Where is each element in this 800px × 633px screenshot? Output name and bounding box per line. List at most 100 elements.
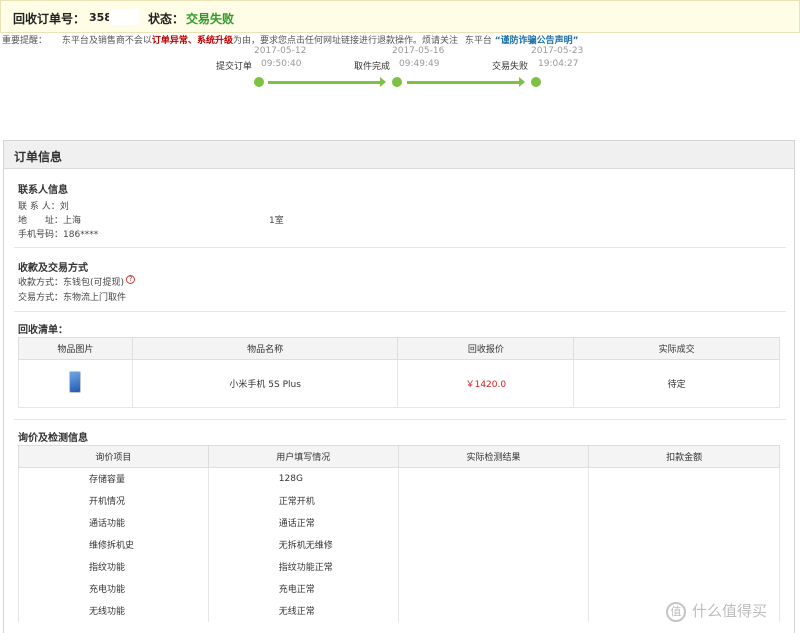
trade-method: 交易方式：东物流上门取件: [18, 290, 126, 303]
inspection-deduction: [588, 511, 780, 534]
item-deal: 待定: [573, 359, 780, 408]
trade-method-value: 东物流上门取件: [63, 293, 127, 303]
step-2-connector: [407, 81, 519, 84]
order-status: 交易失败: [186, 12, 235, 26]
recycle-table-header: 物品图片 物品名称 回收报价 实际成交: [18, 337, 780, 360]
item-name[interactable]: 小米手机 5S Plus: [131, 359, 399, 408]
col-actual-result: 实际检测结果: [397, 445, 590, 468]
inspection-user-value: 128G: [207, 467, 399, 490]
step-1-dot: [254, 77, 264, 87]
step-1-name: 提交订单: [216, 62, 253, 72]
step-2-date: 2017-05-16: [392, 46, 445, 56]
step-1-arrow-icon: [380, 77, 386, 87]
contact-address: 地 址：上海 1室: [18, 213, 284, 226]
table-row: 存储容量 128G: [18, 467, 780, 490]
inspection-user-value: 指纹功能正常: [207, 555, 399, 578]
contact-phone-label: 手机号码：: [18, 230, 64, 240]
inspection-result: [397, 533, 590, 556]
inspection-result: [397, 577, 590, 600]
col-item-image: 物品图片: [18, 337, 133, 360]
contact-name-value: 刘: [59, 202, 69, 212]
recycle-list-title: 回收清单：: [18, 325, 68, 336]
inspection-table: 询价项目 用户填写情况 实际检测结果 扣款金额 存储容量 128G 开机情况 正常开…: [18, 445, 780, 622]
step-1-date: 2017-05-12: [254, 46, 307, 56]
divider: [14, 311, 786, 312]
inspection-deduction: [588, 577, 780, 600]
step-3-name: 交易失败: [492, 62, 529, 72]
item-image-cell: [18, 359, 133, 408]
inspection-item: 无线功能: [18, 599, 209, 622]
contact-phone: 手机号码：186****: [18, 227, 98, 240]
inspection-result: [397, 489, 590, 512]
order-number-mask: [109, 9, 139, 25]
payment-method-label: 收款方式：: [18, 278, 64, 288]
inspection-user-value: 充电正常: [207, 577, 399, 600]
inspection-user-value: 正常开机: [207, 489, 399, 512]
contact-address-room: 1室: [269, 216, 284, 226]
contact-name-label: 联 系 人：: [18, 202, 60, 212]
inspection-deduction: [588, 533, 780, 556]
inspection-table-header: 询价项目 用户填写情况 实际检测结果 扣款金额: [18, 445, 780, 468]
step-3-dot: [531, 77, 541, 87]
contact-name: 联 系 人：刘: [18, 199, 69, 212]
watermark-text: 什么值得买: [692, 602, 768, 620]
table-row: 充电功能 充电正常: [18, 577, 780, 600]
inspection-deduction: [588, 489, 780, 512]
order-progress: 2017-05-12 提交订单 09:50:40 2017-05-16 取件完成…: [0, 44, 800, 88]
step-2-dot: [392, 77, 402, 87]
contact-address-value: 上海: [63, 216, 82, 226]
col-user-input: 用户填写情况: [207, 445, 399, 468]
inspection-result: [397, 511, 590, 534]
smzdm-logo-icon: 值: [666, 601, 686, 622]
step-1-connector: [268, 81, 380, 84]
payment-method-value: 东钱包(可提现): [63, 278, 125, 288]
recycle-table: 物品图片 物品名称 回收报价 实际成交 小米手机 5S Plus ￥1420.0…: [18, 337, 780, 408]
phone-thumbnail[interactable]: [69, 371, 82, 393]
inspection-user-value: 通话正常: [207, 511, 399, 534]
inspection-result: [397, 555, 590, 578]
item-quote: ￥1420.0: [397, 359, 575, 408]
help-icon[interactable]: ?: [126, 275, 136, 284]
contact-address-label: 地 址：: [18, 216, 64, 226]
col-item-name: 物品名称: [131, 337, 399, 360]
table-row: 指纹功能 指纹功能正常: [18, 555, 780, 578]
inspection-user-value: 无线正常: [207, 599, 399, 622]
divider: [14, 247, 786, 248]
watermark: 值什么值得买: [666, 600, 767, 622]
inspection-item: 充电功能: [18, 577, 209, 600]
table-row: 开机情况 正常开机: [18, 489, 780, 512]
step-2-time: 09:49:49: [399, 59, 440, 69]
step-3-date: 2017-05-23: [531, 46, 584, 56]
inspection-item: 维修拆机史: [18, 533, 209, 556]
inspection-item: 存储容量: [18, 467, 209, 490]
step-2-arrow-icon: [519, 77, 525, 87]
order-info-panel: 订单信息 联系人信息 联 系 人：刘 地 址：上海 1室 手机号码：186****…: [3, 140, 795, 633]
step-3-time: 19:04:27: [538, 59, 579, 69]
inspection-item: 指纹功能: [18, 555, 209, 578]
step-2-name: 取件完成: [354, 62, 391, 72]
divider: [14, 419, 786, 420]
status-label: 状态：: [148, 12, 185, 26]
inspection-title: 询价及检测信息: [18, 433, 88, 444]
contact-phone-value: 186****: [63, 230, 99, 240]
payment-section-title: 收款及交易方式: [18, 263, 88, 274]
table-row: 通话功能 通话正常: [18, 511, 780, 534]
inspection-deduction: [588, 555, 780, 578]
trade-method-label: 交易方式：: [18, 293, 64, 303]
col-quote: 回收报价: [397, 337, 575, 360]
inspection-user-value: 无拆机无维修: [207, 533, 399, 556]
order-number-label: 回收订单号：: [13, 12, 86, 26]
inspection-item: 通话功能: [18, 511, 209, 534]
table-row: 维修拆机史 无拆机无维修: [18, 533, 780, 556]
contact-section-title: 联系人信息: [18, 185, 68, 196]
table-row: 小米手机 5S Plus ￥1420.0 待定: [18, 359, 780, 408]
col-inquiry-item: 询价项目: [18, 445, 209, 468]
panel-title: 订单信息: [4, 141, 794, 169]
col-deduction: 扣款金额: [588, 445, 780, 468]
col-deal: 实际成交: [573, 337, 780, 360]
inspection-item: 开机情况: [18, 489, 209, 512]
inspection-result: [397, 599, 590, 622]
step-1-time: 09:50:40: [261, 59, 302, 69]
inspection-result: [397, 467, 590, 490]
inspection-deduction: [588, 467, 780, 490]
